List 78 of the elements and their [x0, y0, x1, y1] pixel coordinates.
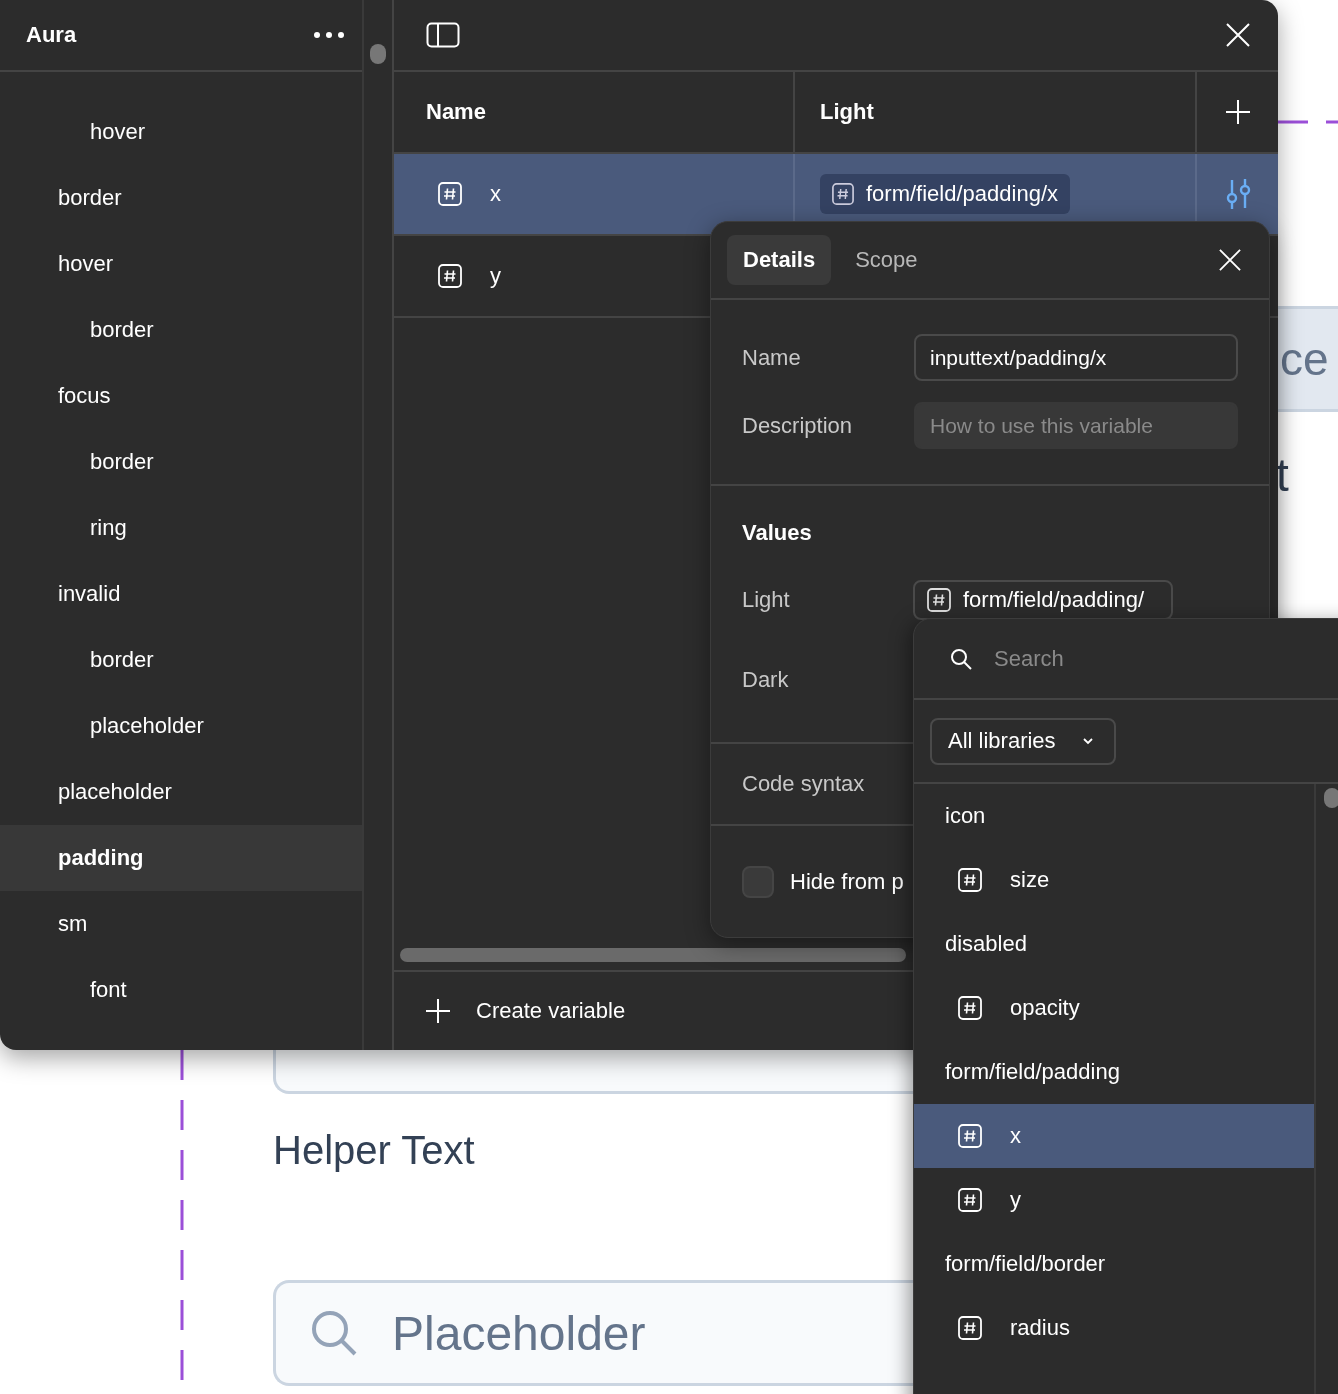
alias-chip[interactable]: form/field/padding/x: [820, 174, 1070, 214]
number-icon: [438, 264, 462, 288]
canvas-text: t: [1276, 448, 1289, 502]
group-header: disabled: [944, 930, 1028, 958]
field-label: Description: [742, 412, 853, 439]
helper-text: Helper Text: [273, 1128, 475, 1173]
sidebar-toggle-icon[interactable]: [426, 22, 460, 48]
field-label: Light: [742, 587, 791, 613]
variable-name: y: [490, 263, 501, 289]
search-field[interactable]: Placeholder: [273, 1280, 913, 1386]
number-icon: [958, 868, 982, 892]
checkbox[interactable]: [742, 866, 774, 898]
alias-name: form/field/padding/: [963, 587, 1144, 613]
group-item[interactable]: border: [0, 297, 362, 363]
group-item[interactable]: border: [0, 429, 362, 495]
variable-option[interactable]: radius: [914, 1296, 1314, 1360]
group-item[interactable]: font: [0, 957, 362, 1023]
tab[interactable]: Scope: [839, 235, 934, 285]
library-dropdown[interactable]: All libraries: [930, 717, 1116, 765]
variable-option[interactable]: x: [914, 1104, 1314, 1168]
variable-option[interactable]: size: [914, 848, 1314, 912]
group-item[interactable]: border: [0, 165, 362, 231]
group-item[interactable]: padding: [0, 825, 362, 891]
group-item[interactable]: ring: [0, 495, 362, 561]
field-label: Name: [742, 344, 801, 371]
canvas-field: ce: [1278, 306, 1338, 412]
variable-option[interactable]: opacity: [914, 976, 1314, 1040]
close-icon[interactable]: [1219, 249, 1241, 271]
group-header: form/field/border: [944, 1250, 1107, 1278]
column-header: Light: [795, 72, 1197, 152]
chevron-down-icon: [1081, 737, 1094, 745]
name-field[interactable]: inputtext/padding/x: [914, 334, 1238, 381]
scrollbar-thumb[interactable]: [370, 44, 386, 64]
description-field[interactable]: How to use this variable: [914, 402, 1238, 449]
number-icon: [927, 588, 951, 612]
add-icon: [426, 999, 450, 1023]
option-label: radius: [1010, 1315, 1070, 1341]
number-icon: [958, 1124, 982, 1148]
variable-name: x: [490, 181, 501, 207]
number-icon: [832, 183, 854, 205]
group-item[interactable]: hover: [0, 231, 362, 297]
column-header: Name: [394, 72, 795, 152]
guide-line: [1278, 120, 1338, 124]
add-icon[interactable]: [1224, 99, 1251, 125]
search-icon: [310, 1309, 358, 1357]
search-icon: [950, 647, 972, 670]
create-variable-button[interactable]: Create variable: [426, 994, 626, 1028]
number-icon: [958, 1188, 982, 1212]
button-label: Create variable: [476, 998, 626, 1024]
option-label: opacity: [1010, 995, 1080, 1021]
field-label: Dark: [742, 667, 790, 693]
group-header: icon: [944, 802, 987, 830]
group-item[interactable]: focus: [0, 363, 362, 429]
scrollbar-thumb[interactable]: [1324, 788, 1338, 808]
option-label: size: [1010, 867, 1050, 893]
group-item[interactable]: placeholder: [0, 759, 362, 825]
collection-title: Aura: [26, 22, 77, 48]
search-field[interactable]: Search: [994, 641, 1294, 676]
number-icon: [958, 996, 982, 1020]
option-label: y: [1010, 1187, 1021, 1213]
group-item[interactable]: border: [0, 627, 362, 693]
section-label[interactable]: Code syntax: [742, 771, 865, 797]
close-icon[interactable]: [1226, 23, 1250, 47]
group-item[interactable]: placeholder: [0, 693, 362, 759]
group-item[interactable]: invalid: [0, 561, 362, 627]
number-icon: [958, 1316, 982, 1340]
section-heading: Values: [742, 520, 813, 546]
group-item[interactable]: sm: [0, 891, 362, 957]
alias-name: form/field/padding/x: [866, 181, 1058, 207]
group-header: form/field/padding: [944, 1058, 1121, 1086]
number-icon: [438, 182, 462, 206]
option-label: x: [1010, 1123, 1021, 1149]
more-icon[interactable]: [313, 31, 345, 39]
scrollbar-thumb[interactable]: [400, 948, 906, 962]
group-item[interactable]: hover: [0, 99, 362, 165]
checkbox-label: Hide from p: [790, 869, 904, 895]
variable-option[interactable]: y: [914, 1168, 1314, 1232]
tab[interactable]: Details: [727, 235, 832, 285]
